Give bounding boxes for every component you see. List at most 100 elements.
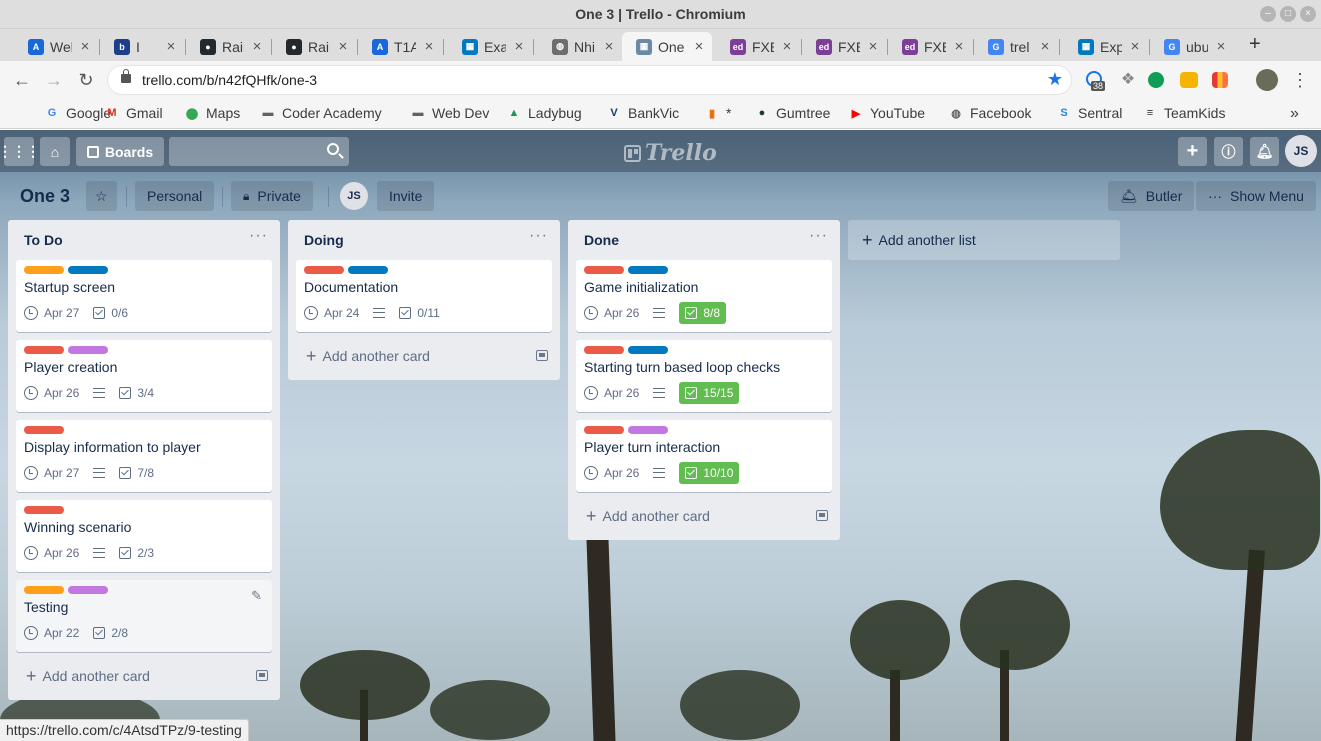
notes-extension-icon[interactable] xyxy=(1180,72,1198,88)
due-date-badge[interactable]: Apr 27 xyxy=(24,306,79,320)
due-date-badge[interactable]: Apr 26 xyxy=(584,386,639,400)
bookmark-item[interactable]: M Gmail xyxy=(104,105,162,121)
add-card-button[interactable]: + Add another card xyxy=(296,338,552,374)
create-plus-icon[interactable]: + xyxy=(1178,137,1207,166)
card-label[interactable] xyxy=(68,266,108,274)
card-template-icon[interactable] xyxy=(536,350,548,361)
boards-button[interactable]: Boards xyxy=(76,137,164,166)
address-url[interactable]: trello.com/b/n42fQHfk/one-3 xyxy=(142,72,317,88)
card-label[interactable] xyxy=(348,266,388,274)
trello-logo[interactable]: Trello xyxy=(624,140,717,166)
browser-tab[interactable]: b I × xyxy=(100,32,184,61)
card[interactable]: Starting turn based loop checks Apr 26 15/… xyxy=(576,340,832,412)
close-tab-icon[interactable]: × xyxy=(692,38,706,55)
list-menu-icon[interactable]: ··· xyxy=(809,227,828,245)
close-tab-icon[interactable]: × xyxy=(866,38,880,55)
add-card-button[interactable]: + Add another card xyxy=(576,498,832,534)
bookmark-item[interactable]: ≡ TeamKids xyxy=(1142,105,1226,121)
list-menu-icon[interactable]: ··· xyxy=(249,227,268,245)
bookmark-item[interactable]: ▬ Coder Academy xyxy=(260,105,382,121)
bookmark-item[interactable]: ⬤ Maps xyxy=(184,105,240,121)
card[interactable]: Display information to player Apr 27 7/8 xyxy=(16,420,272,492)
card-label[interactable] xyxy=(24,586,64,594)
close-tab-icon[interactable]: × xyxy=(780,38,794,55)
browser-tab[interactable]: ed FXE × xyxy=(716,32,800,61)
card-label[interactable] xyxy=(628,346,668,354)
card[interactable]: Documentation Apr 24 0/11 xyxy=(296,260,552,332)
app-switcher-icon[interactable]: ⋮⋮⋮ xyxy=(0,137,40,166)
card-labels[interactable] xyxy=(24,426,64,434)
bookmark-star-icon[interactable]: ★ xyxy=(1047,69,1063,90)
close-tab-icon[interactable]: × xyxy=(250,38,264,55)
card-label[interactable] xyxy=(24,266,64,274)
card-template-icon[interactable] xyxy=(816,510,828,521)
card-labels[interactable] xyxy=(584,266,668,274)
card-template-icon[interactable] xyxy=(256,670,268,681)
bookmark-item[interactable]: ● Gumtree xyxy=(754,105,831,121)
new-tab-button[interactable]: + xyxy=(1249,33,1265,56)
card-labels[interactable] xyxy=(584,426,668,434)
info-icon[interactable]: ⓘ xyxy=(1214,137,1243,166)
butler-button[interactable]: 🛎︎ Butler xyxy=(1108,181,1195,211)
due-date-badge[interactable]: Apr 26 xyxy=(24,546,79,560)
card[interactable]: Testing Apr 22 2/8 ✎ xyxy=(16,580,272,652)
card-label[interactable] xyxy=(304,266,344,274)
close-tab-icon[interactable]: × xyxy=(952,38,966,55)
invite-button[interactable]: Invite xyxy=(377,181,435,211)
close-tab-icon[interactable]: × xyxy=(1128,38,1142,55)
card[interactable]: Startup screen Apr 27 0/6 xyxy=(16,260,272,332)
board-search-input[interactable] xyxy=(169,137,349,166)
user-avatar[interactable]: JS xyxy=(1285,135,1317,167)
close-tab-icon[interactable]: × xyxy=(78,38,92,55)
card-labels[interactable] xyxy=(24,586,108,594)
close-tab-icon[interactable]: × xyxy=(1038,38,1052,55)
browser-tab[interactable]: ▦ One × xyxy=(622,32,712,61)
due-date-badge[interactable]: Apr 24 xyxy=(304,306,359,320)
visibility-button[interactable]: 🔒︎ Private xyxy=(231,181,313,211)
browser-tab[interactable]: A Wel × xyxy=(14,32,98,61)
browser-tab[interactable]: A T1A × xyxy=(358,32,442,61)
close-tab-icon[interactable]: × xyxy=(1214,38,1228,55)
card[interactable]: Game initialization Apr 26 8/8 xyxy=(576,260,832,332)
card-label[interactable] xyxy=(24,506,64,514)
list-title[interactable]: To Do xyxy=(24,232,63,248)
card-labels[interactable] xyxy=(304,266,388,274)
bookmark-item[interactable]: ▬ Web Dev xyxy=(410,105,490,121)
member-avatar[interactable]: JS xyxy=(340,182,368,210)
board-title[interactable]: One 3 xyxy=(20,186,70,207)
browser-menu-icon[interactable]: ⋮ xyxy=(1288,69,1312,91)
browser-tab[interactable]: ed FXE × xyxy=(888,32,972,61)
edit-pencil-icon[interactable]: ✎ xyxy=(251,588,262,604)
browser-tab[interactable]: ▦ Exp × xyxy=(1064,32,1148,61)
browser-tab[interactable]: Gubu × xyxy=(1150,32,1234,61)
due-date-badge[interactable]: Apr 26 xyxy=(584,466,639,480)
card-label[interactable] xyxy=(68,586,108,594)
bookmark-item[interactable]: ▲ Ladybug xyxy=(506,105,582,121)
bookmark-item[interactable]: ◍ Facebook xyxy=(948,105,1031,121)
browser-tab[interactable]: Gtrel × xyxy=(974,32,1058,61)
bookmark-item[interactable]: G Google xyxy=(44,105,111,121)
list-title[interactable]: Done xyxy=(584,232,619,248)
star-board-button[interactable]: ☆ xyxy=(86,181,117,211)
forward-icon[interactable]: → xyxy=(42,69,66,91)
hangouts-icon[interactable] xyxy=(1148,72,1164,88)
show-menu-button[interactable]: ··· Show Menu xyxy=(1196,181,1316,211)
dropbox-icon[interactable]: ❖ xyxy=(1118,70,1138,90)
notifications-bell-icon[interactable]: 🔔︎ xyxy=(1250,137,1279,166)
add-card-button[interactable]: + Add another card xyxy=(16,658,272,694)
card[interactable]: Winning scenario Apr 26 2/3 xyxy=(16,500,272,572)
due-date-badge[interactable]: Apr 27 xyxy=(24,466,79,480)
card-label[interactable] xyxy=(24,426,64,434)
close-window-icon[interactable]: × xyxy=(1300,6,1316,22)
card-label[interactable] xyxy=(24,346,64,354)
card-label[interactable] xyxy=(584,266,624,274)
card[interactable]: Player turn interaction Apr 26 10/10 xyxy=(576,420,832,492)
card-label[interactable] xyxy=(584,346,624,354)
address-bar[interactable]: trello.com/b/n42fQHfk/one-3 ★ xyxy=(107,65,1072,95)
browser-tab[interactable]: ed FXE × xyxy=(802,32,886,61)
more-bookmarks-icon[interactable]: » xyxy=(1290,105,1299,123)
maximize-icon[interactable]: □ xyxy=(1280,6,1296,22)
list-menu-icon[interactable]: ··· xyxy=(529,227,548,245)
card-labels[interactable] xyxy=(24,506,64,514)
close-tab-icon[interactable]: × xyxy=(422,38,436,55)
